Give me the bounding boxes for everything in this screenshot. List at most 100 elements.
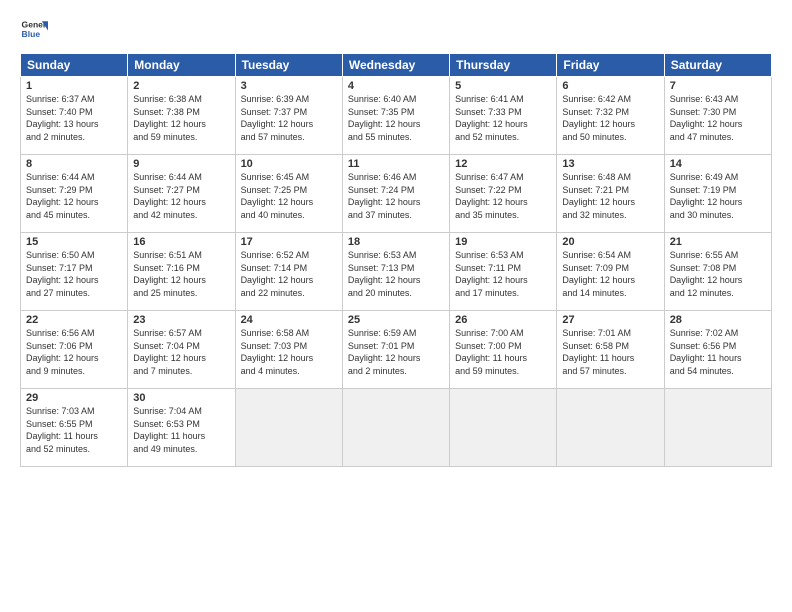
calendar-day-cell: 28 Sunrise: 7:02 AMSunset: 6:56 PMDaylig… bbox=[664, 311, 771, 389]
day-info: Sunrise: 7:00 AMSunset: 7:00 PMDaylight:… bbox=[455, 328, 527, 376]
calendar-week-row: 15 Sunrise: 6:50 AMSunset: 7:17 PMDaylig… bbox=[21, 233, 772, 311]
calendar-day-cell: 16 Sunrise: 6:51 AMSunset: 7:16 PMDaylig… bbox=[128, 233, 235, 311]
day-number: 11 bbox=[348, 158, 444, 170]
calendar-day-cell bbox=[235, 389, 342, 467]
day-info: Sunrise: 6:41 AMSunset: 7:33 PMDaylight:… bbox=[455, 94, 528, 142]
day-info: Sunrise: 7:01 AMSunset: 6:58 PMDaylight:… bbox=[562, 328, 634, 376]
day-info: Sunrise: 6:53 AMSunset: 7:11 PMDaylight:… bbox=[455, 250, 528, 298]
day-number: 13 bbox=[562, 158, 658, 170]
day-number: 22 bbox=[26, 314, 122, 326]
calendar-day-cell: 24 Sunrise: 6:58 AMSunset: 7:03 PMDaylig… bbox=[235, 311, 342, 389]
calendar-week-row: 22 Sunrise: 6:56 AMSunset: 7:06 PMDaylig… bbox=[21, 311, 772, 389]
day-number: 6 bbox=[562, 80, 658, 92]
calendar-day-cell: 27 Sunrise: 7:01 AMSunset: 6:58 PMDaylig… bbox=[557, 311, 664, 389]
day-number: 30 bbox=[133, 392, 229, 404]
day-number: 4 bbox=[348, 80, 444, 92]
day-info: Sunrise: 6:39 AMSunset: 7:37 PMDaylight:… bbox=[241, 94, 314, 142]
day-number: 27 bbox=[562, 314, 658, 326]
day-info: Sunrise: 6:50 AMSunset: 7:17 PMDaylight:… bbox=[26, 250, 99, 298]
day-number: 19 bbox=[455, 236, 551, 248]
calendar-body: 1 Sunrise: 6:37 AMSunset: 7:40 PMDayligh… bbox=[21, 77, 772, 467]
calendar-day-cell bbox=[664, 389, 771, 467]
calendar-day-cell: 25 Sunrise: 6:59 AMSunset: 7:01 PMDaylig… bbox=[342, 311, 449, 389]
calendar-day-cell: 13 Sunrise: 6:48 AMSunset: 7:21 PMDaylig… bbox=[557, 155, 664, 233]
calendar-day-cell: 20 Sunrise: 6:54 AMSunset: 7:09 PMDaylig… bbox=[557, 233, 664, 311]
calendar-day-cell: 22 Sunrise: 6:56 AMSunset: 7:06 PMDaylig… bbox=[21, 311, 128, 389]
day-number: 10 bbox=[241, 158, 337, 170]
day-info: Sunrise: 6:56 AMSunset: 7:06 PMDaylight:… bbox=[26, 328, 99, 376]
day-info: Sunrise: 6:37 AMSunset: 7:40 PMDaylight:… bbox=[26, 94, 99, 142]
calendar-day-cell: 9 Sunrise: 6:44 AMSunset: 7:27 PMDayligh… bbox=[128, 155, 235, 233]
day-info: Sunrise: 6:53 AMSunset: 7:13 PMDaylight:… bbox=[348, 250, 421, 298]
day-info: Sunrise: 6:47 AMSunset: 7:22 PMDaylight:… bbox=[455, 172, 528, 220]
day-info: Sunrise: 6:57 AMSunset: 7:04 PMDaylight:… bbox=[133, 328, 206, 376]
calendar-day-cell bbox=[450, 389, 557, 467]
day-number: 24 bbox=[241, 314, 337, 326]
weekday-header-cell: Thursday bbox=[450, 54, 557, 77]
calendar-day-cell: 29 Sunrise: 7:03 AMSunset: 6:55 PMDaylig… bbox=[21, 389, 128, 467]
calendar-day-cell: 8 Sunrise: 6:44 AMSunset: 7:29 PMDayligh… bbox=[21, 155, 128, 233]
calendar-week-row: 8 Sunrise: 6:44 AMSunset: 7:29 PMDayligh… bbox=[21, 155, 772, 233]
calendar-day-cell: 10 Sunrise: 6:45 AMSunset: 7:25 PMDaylig… bbox=[235, 155, 342, 233]
day-info: Sunrise: 6:38 AMSunset: 7:38 PMDaylight:… bbox=[133, 94, 206, 142]
day-info: Sunrise: 7:02 AMSunset: 6:56 PMDaylight:… bbox=[670, 328, 742, 376]
day-number: 5 bbox=[455, 80, 551, 92]
day-info: Sunrise: 6:51 AMSunset: 7:16 PMDaylight:… bbox=[133, 250, 206, 298]
day-info: Sunrise: 6:44 AMSunset: 7:29 PMDaylight:… bbox=[26, 172, 99, 220]
day-number: 20 bbox=[562, 236, 658, 248]
day-info: Sunrise: 6:58 AMSunset: 7:03 PMDaylight:… bbox=[241, 328, 314, 376]
calendar-day-cell: 18 Sunrise: 6:53 AMSunset: 7:13 PMDaylig… bbox=[342, 233, 449, 311]
day-number: 21 bbox=[670, 236, 766, 248]
day-info: Sunrise: 6:44 AMSunset: 7:27 PMDaylight:… bbox=[133, 172, 206, 220]
day-number: 9 bbox=[133, 158, 229, 170]
day-number: 23 bbox=[133, 314, 229, 326]
day-number: 25 bbox=[348, 314, 444, 326]
day-number: 14 bbox=[670, 158, 766, 170]
calendar-day-cell: 17 Sunrise: 6:52 AMSunset: 7:14 PMDaylig… bbox=[235, 233, 342, 311]
calendar-week-row: 1 Sunrise: 6:37 AMSunset: 7:40 PMDayligh… bbox=[21, 77, 772, 155]
day-number: 29 bbox=[26, 392, 122, 404]
weekday-header-cell: Friday bbox=[557, 54, 664, 77]
calendar-day-cell: 2 Sunrise: 6:38 AMSunset: 7:38 PMDayligh… bbox=[128, 77, 235, 155]
calendar-table: SundayMondayTuesdayWednesdayThursdayFrid… bbox=[20, 53, 772, 467]
day-info: Sunrise: 7:04 AMSunset: 6:53 PMDaylight:… bbox=[133, 406, 205, 454]
calendar-day-cell: 19 Sunrise: 6:53 AMSunset: 7:11 PMDaylig… bbox=[450, 233, 557, 311]
weekday-header-cell: Tuesday bbox=[235, 54, 342, 77]
day-info: Sunrise: 6:59 AMSunset: 7:01 PMDaylight:… bbox=[348, 328, 421, 376]
day-number: 7 bbox=[670, 80, 766, 92]
weekday-header-cell: Wednesday bbox=[342, 54, 449, 77]
day-info: Sunrise: 6:43 AMSunset: 7:30 PMDaylight:… bbox=[670, 94, 743, 142]
day-info: Sunrise: 7:03 AMSunset: 6:55 PMDaylight:… bbox=[26, 406, 98, 454]
day-number: 8 bbox=[26, 158, 122, 170]
calendar-day-cell: 4 Sunrise: 6:40 AMSunset: 7:35 PMDayligh… bbox=[342, 77, 449, 155]
calendar-day-cell bbox=[342, 389, 449, 467]
calendar-day-cell: 15 Sunrise: 6:50 AMSunset: 7:17 PMDaylig… bbox=[21, 233, 128, 311]
day-info: Sunrise: 6:52 AMSunset: 7:14 PMDaylight:… bbox=[241, 250, 314, 298]
calendar-day-cell: 30 Sunrise: 7:04 AMSunset: 6:53 PMDaylig… bbox=[128, 389, 235, 467]
day-number: 3 bbox=[241, 80, 337, 92]
day-info: Sunrise: 6:48 AMSunset: 7:21 PMDaylight:… bbox=[562, 172, 635, 220]
calendar-day-cell: 6 Sunrise: 6:42 AMSunset: 7:32 PMDayligh… bbox=[557, 77, 664, 155]
calendar-day-cell bbox=[557, 389, 664, 467]
day-number: 18 bbox=[348, 236, 444, 248]
calendar-day-cell: 12 Sunrise: 6:47 AMSunset: 7:22 PMDaylig… bbox=[450, 155, 557, 233]
day-number: 1 bbox=[26, 80, 122, 92]
weekday-header-cell: Sunday bbox=[21, 54, 128, 77]
day-number: 12 bbox=[455, 158, 551, 170]
day-info: Sunrise: 6:42 AMSunset: 7:32 PMDaylight:… bbox=[562, 94, 635, 142]
calendar-day-cell: 26 Sunrise: 7:00 AMSunset: 7:00 PMDaylig… bbox=[450, 311, 557, 389]
weekday-header-cell: Monday bbox=[128, 54, 235, 77]
calendar-day-cell: 3 Sunrise: 6:39 AMSunset: 7:37 PMDayligh… bbox=[235, 77, 342, 155]
calendar-day-cell: 5 Sunrise: 6:41 AMSunset: 7:33 PMDayligh… bbox=[450, 77, 557, 155]
calendar-day-cell: 7 Sunrise: 6:43 AMSunset: 7:30 PMDayligh… bbox=[664, 77, 771, 155]
calendar-page: General Blue SundayMondayTuesdayWednesda… bbox=[0, 0, 792, 612]
svg-text:Blue: Blue bbox=[22, 29, 41, 39]
calendar-week-row: 29 Sunrise: 7:03 AMSunset: 6:55 PMDaylig… bbox=[21, 389, 772, 467]
calendar-day-cell: 11 Sunrise: 6:46 AMSunset: 7:24 PMDaylig… bbox=[342, 155, 449, 233]
day-info: Sunrise: 6:40 AMSunset: 7:35 PMDaylight:… bbox=[348, 94, 421, 142]
day-info: Sunrise: 6:49 AMSunset: 7:19 PMDaylight:… bbox=[670, 172, 743, 220]
day-info: Sunrise: 6:54 AMSunset: 7:09 PMDaylight:… bbox=[562, 250, 635, 298]
day-number: 2 bbox=[133, 80, 229, 92]
day-number: 26 bbox=[455, 314, 551, 326]
day-number: 28 bbox=[670, 314, 766, 326]
